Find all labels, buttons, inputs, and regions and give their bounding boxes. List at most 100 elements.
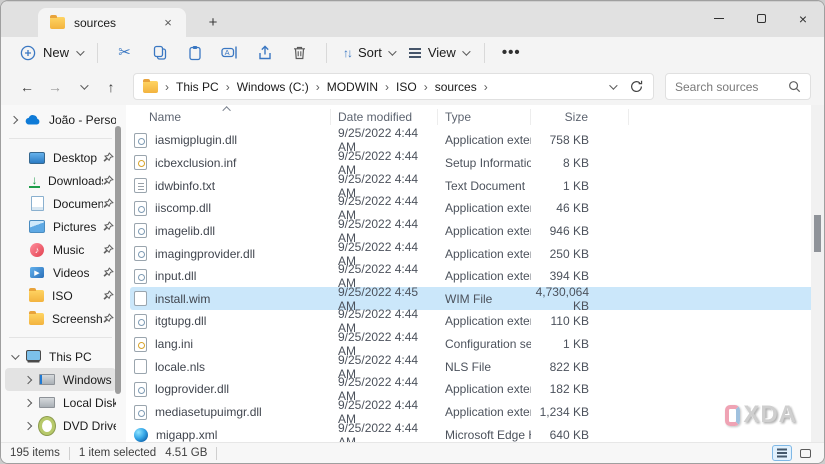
breadcrumb-separator: ›: [315, 79, 320, 94]
file-row[interactable]: locale.nls 9/25/2022 4:44 AM NLS File 82…: [130, 353, 820, 381]
expander-icon[interactable]: [23, 398, 33, 407]
large-icons-view-button[interactable]: [795, 445, 815, 461]
file-row[interactable]: lang.ini 9/25/2022 4:44 AM Configuration…: [130, 330, 820, 358]
file-row[interactable]: imagelib.dll 9/25/2022 4:44 AM Applicati…: [130, 217, 820, 245]
sort-arrows-icon: ↑↓: [343, 45, 353, 60]
breadcrumb-item[interactable]: ISO: [396, 80, 417, 94]
file-row[interactable]: itgtupg.dll 9/25/2022 4:44 AM Applicatio…: [130, 307, 820, 335]
minimize-button[interactable]: [698, 2, 740, 35]
sidebar-item[interactable]: Desktop: [5, 146, 116, 169]
sidebar-item-drive[interactable]: Local Disk (D:): [5, 391, 116, 414]
file-row[interactable]: logprovider.dll 9/25/2022 4:44 AM Applic…: [130, 375, 820, 403]
expander-icon[interactable]: [23, 375, 33, 384]
new-button-label: New: [43, 45, 70, 60]
forward-button[interactable]: →: [42, 74, 68, 100]
file-name: install.wim: [155, 291, 211, 306]
file-row[interactable]: idwbinfo.txt 9/25/2022 4:44 AM Text Docu…: [130, 172, 820, 200]
status-divider: [216, 446, 218, 460]
file-name-cell: migapp.xml: [130, 427, 331, 442]
sidebar-item[interactable]: Documents: [5, 192, 116, 215]
sidebar-item-label: Screenshots: [52, 311, 103, 326]
file-row[interactable]: iasmigplugin.dll 9/25/2022 4:44 AM Appli…: [130, 127, 820, 154]
new-tab-button[interactable]: +: [200, 10, 226, 34]
file-size: 640 KB: [549, 427, 589, 442]
file-name: imagingprovider.dll: [155, 246, 256, 261]
file-row[interactable]: icbexclusion.inf 9/25/2022 4:44 AM Setup…: [130, 149, 820, 177]
sidebar-item-onedrive[interactable]: João - Personal: [5, 108, 116, 131]
tab-close-icon[interactable]: ×: [160, 15, 176, 31]
list-scrollbar-track[interactable]: [811, 105, 824, 442]
file-type-icon: [134, 155, 147, 171]
sidebar-item-label: Windows (C:): [63, 372, 116, 387]
sidebar-item-drive[interactable]: DVD Drive (E:): [5, 414, 116, 437]
sidebar-item[interactable]: ISO: [5, 284, 116, 307]
rename-button[interactable]: A: [212, 41, 247, 65]
copy-button[interactable]: [142, 41, 177, 65]
share-button[interactable]: [247, 41, 282, 65]
search-box[interactable]: [665, 73, 811, 100]
maximize-icon: [756, 14, 766, 23]
sidebar-item[interactable]: Music: [5, 238, 116, 261]
file-row[interactable]: input.dll 9/25/2022 4:44 AM Application …: [130, 262, 820, 290]
sidebar-divider: [9, 337, 112, 338]
refresh-icon[interactable]: [629, 79, 644, 94]
maximize-button[interactable]: [740, 2, 782, 35]
expander-icon[interactable]: [23, 421, 33, 430]
sidebar-item[interactable]: Videos: [5, 261, 116, 284]
file-size: 110 KB: [550, 314, 589, 329]
column-header-date-modified[interactable]: Date modified: [331, 108, 438, 125]
column-header-size[interactable]: Size: [531, 108, 629, 125]
breadcrumb-item[interactable]: This PC: [176, 80, 219, 94]
file-name: iasmigplugin.dll: [155, 133, 238, 148]
paste-button[interactable]: [177, 41, 212, 65]
sidebar-item[interactable]: ↓ Downloads: [5, 169, 116, 192]
sidebar-item[interactable]: Screenshots: [5, 307, 116, 330]
file-type: Application extension: [445, 201, 531, 216]
sidebar-item-this-pc[interactable]: This PC: [5, 345, 116, 368]
file-row[interactable]: mediasetupuimgr.dll 9/25/2022 4:44 AM Ap…: [130, 398, 820, 426]
breadcrumb-item[interactable]: Windows (C:): [237, 80, 309, 94]
file-row[interactable]: migapp.xml 9/25/2022 4:44 AM Microsoft E…: [130, 421, 820, 442]
address-field[interactable]: › This PC › Windows (C:) › MODWIN › ISO …: [133, 73, 654, 100]
file-row[interactable]: iiscomp.dll 9/25/2022 4:44 AM Applicatio…: [130, 194, 820, 222]
breadcrumb-item[interactable]: sources: [435, 80, 477, 94]
sort-button[interactable]: ↑↓ Sort: [336, 42, 401, 63]
video-icon: [29, 265, 45, 281]
see-more-button[interactable]: •••: [494, 44, 529, 61]
recent-locations-button[interactable]: [70, 74, 96, 100]
pin-icon: [103, 152, 114, 163]
breadcrumb-item[interactable]: MODWIN: [327, 80, 378, 94]
share-icon: [258, 45, 271, 60]
sidebar-item-drive[interactable]: Windows (C:): [5, 368, 116, 391]
breadcrumb-separator: ›: [385, 79, 390, 94]
list-scrollbar-thumb[interactable]: [814, 215, 821, 252]
details-view-button[interactable]: [772, 445, 792, 461]
sidebar-item[interactable]: Pictures: [5, 215, 116, 238]
address-dropdown-icon[interactable]: [609, 80, 618, 90]
sidebar-scrollbar-thumb[interactable]: [115, 126, 121, 394]
collapse-icon[interactable]: [11, 350, 20, 360]
tab-sources[interactable]: sources ×: [38, 8, 186, 37]
column-header-type[interactable]: Type: [438, 108, 531, 125]
item-count: 195 items: [10, 447, 60, 459]
toolbar-divider: [326, 42, 328, 63]
cut-button[interactable]: ✂: [107, 41, 142, 65]
up-button[interactable]: ↑: [98, 74, 124, 100]
search-input[interactable]: [675, 79, 788, 94]
file-size: 758 KB: [549, 133, 589, 148]
delete-button[interactable]: [282, 41, 317, 65]
copy-icon: [153, 45, 166, 60]
expander-icon[interactable]: [9, 115, 19, 124]
back-button[interactable]: ←: [14, 74, 40, 100]
paste-icon: [188, 45, 201, 60]
search-icon: [789, 81, 801, 93]
file-row[interactable]: install.wim 9/25/2022 4:45 AM WIM File 4…: [130, 285, 820, 313]
view-button[interactable]: View: [401, 42, 475, 63]
file-type-icon: [134, 336, 147, 352]
file-type-icon: [134, 132, 147, 148]
close-button[interactable]: ×: [782, 2, 824, 35]
file-row[interactable]: imagingprovider.dll 9/25/2022 4:44 AM Ap…: [130, 240, 820, 268]
file-type-icon: [134, 200, 147, 216]
selection-size: 4.51 GB: [165, 447, 208, 459]
new-button[interactable]: New: [14, 42, 88, 64]
